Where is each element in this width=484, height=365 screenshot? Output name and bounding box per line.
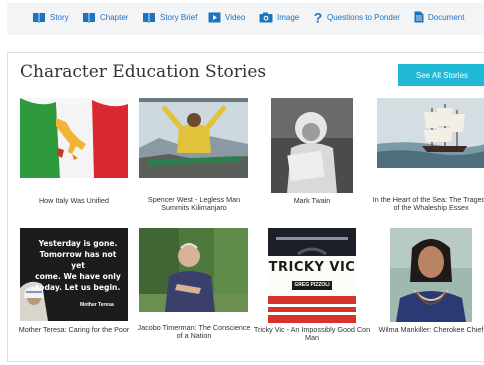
- nav-document-label: Document: [428, 12, 465, 22]
- nav-video-label: Video: [225, 12, 246, 22]
- nav-chapter-label: Chapter: [100, 12, 129, 22]
- italy-flag-image: [20, 98, 128, 178]
- nav-story[interactable]: Story: [32, 9, 69, 25]
- nav-document[interactable]: Document: [414, 9, 464, 25]
- see-all-stories-button[interactable]: See All Stories: [398, 64, 484, 86]
- quote-line: today. Let us begin.: [35, 283, 121, 292]
- quote-line: Tomorrow has not yet: [39, 250, 117, 270]
- video-icon: [208, 12, 221, 22]
- book-icon: [83, 12, 95, 23]
- story-title: In the Heart of the Sea: The Tragedy of …: [372, 195, 484, 212]
- story-card-spencer-west[interactable]: Spencer West - Legless Man Summits Kilim…: [139, 98, 248, 218]
- nav-image-label: Image: [277, 12, 300, 22]
- content-type-nav: Story Chapter Story Brief Video Image ? …: [7, 3, 484, 35]
- panel-title: Character Education Stories: [20, 62, 267, 82]
- story-title: Tricky Vic - An Impossibly Good Con Man: [253, 325, 371, 342]
- story-card-wilma-mankiller[interactable]: Wilma Mankiller: Cherokee Chief: [379, 228, 483, 348]
- nav-questions-to-ponder[interactable]: ? Questions to Ponder: [313, 9, 400, 25]
- story-card-italy[interactable]: How Italy Was Unified: [20, 98, 128, 208]
- nav-image[interactable]: Image: [259, 9, 299, 25]
- story-card-jacobo-timerman[interactable]: Jacobo Timerman: The Conscience of a Nat…: [138, 228, 250, 348]
- mark-twain-photo: [271, 98, 353, 193]
- spencer-west-photo: [139, 98, 248, 178]
- book-icon: [33, 12, 45, 23]
- book-icon: [143, 12, 155, 23]
- document-icon: [414, 11, 424, 23]
- book-cover-title: TRICKY VIC: [268, 260, 356, 275]
- story-card-mark-twain[interactable]: Mark Twain: [271, 98, 353, 208]
- story-card-mother-teresa[interactable]: Yesterday is gone. Tomorrow has not yet …: [19, 228, 129, 343]
- story-title: Mother Teresa: Caring for the Poor: [18, 325, 130, 334]
- nav-story-brief-label: Story Brief: [160, 12, 198, 22]
- nav-story-label: Story: [50, 12, 69, 22]
- nav-questions-label: Questions to Ponder: [327, 12, 400, 22]
- story-card-tricky-vic[interactable]: TRICKY VIC GREG PIZZOLI Tricky Vic - An …: [254, 228, 370, 348]
- wilma-mankiller-photo: [390, 228, 472, 322]
- story-title: Jacobo Timerman: The Conscience of a Nat…: [137, 323, 251, 340]
- quote-credit: Mother Teresa: [80, 302, 114, 308]
- svg-text:?: ?: [314, 11, 323, 24]
- question-icon: ?: [314, 11, 323, 24]
- nav-story-brief[interactable]: Story Brief: [142, 9, 197, 25]
- book-cover-author: GREG PIZZOLI: [292, 281, 332, 290]
- story-title: Spencer West - Legless Man Summits Kilim…: [147, 195, 241, 212]
- character-education-panel: Character Education Stories See All Stor…: [7, 52, 484, 362]
- tricky-vic-book-cover: TRICKY VIC GREG PIZZOLI: [268, 228, 356, 323]
- story-title: Wilma Mankiller: Cherokee Chief: [378, 325, 484, 334]
- story-card-whaleship-essex[interactable]: In the Heart of the Sea: The Tragedy of …: [373, 98, 484, 223]
- nav-video[interactable]: Video: [208, 9, 245, 25]
- quote-line: Yesterday is gone.: [38, 239, 118, 248]
- story-title: Mark Twain: [293, 196, 331, 205]
- whaleship-painting: [377, 98, 484, 168]
- jacobo-timerman-photo: [139, 228, 248, 312]
- quote-line: come. We have only: [35, 272, 121, 281]
- camera-icon: [259, 12, 273, 22]
- story-title: How Italy Was Unified: [38, 196, 110, 205]
- nav-chapter[interactable]: Chapter: [82, 9, 128, 25]
- mother-teresa-quote-image: Yesterday is gone. Tomorrow has not yet …: [20, 228, 128, 321]
